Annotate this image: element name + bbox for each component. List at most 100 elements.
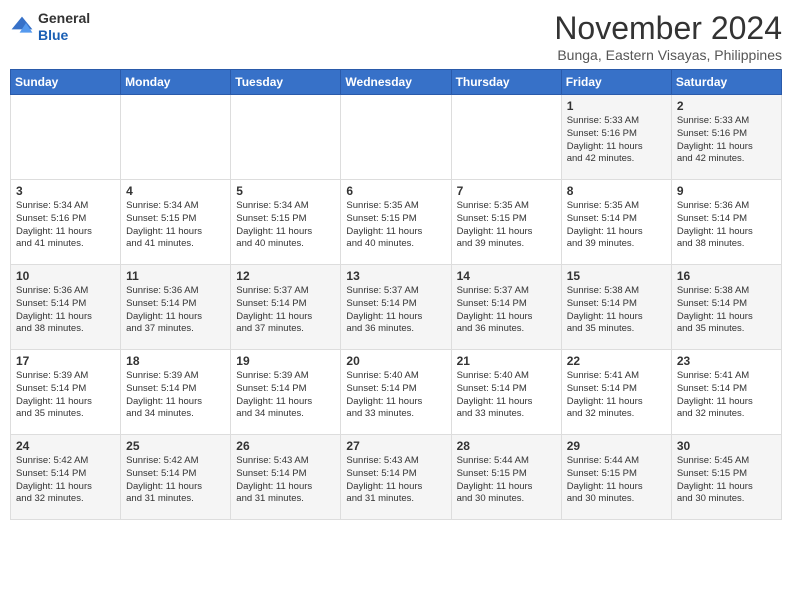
day-info: Sunrise: 5:42 AMSunset: 5:14 PMDaylight:…	[16, 455, 115, 506]
day-info: Sunrise: 5:41 AMSunset: 5:14 PMDaylight:…	[567, 370, 666, 421]
calendar-cell	[451, 95, 561, 180]
calendar-cell: 8 Sunrise: 5:35 AMSunset: 5:14 PMDaylight…	[561, 180, 671, 265]
weekday-header-monday: Monday	[121, 70, 231, 95]
weekday-header-tuesday: Tuesday	[231, 70, 341, 95]
calendar-cell: 12 Sunrise: 5:37 AMSunset: 5:14 PMDayligh…	[231, 265, 341, 350]
day-info: Sunrise: 5:40 AMSunset: 5:14 PMDaylight:…	[457, 370, 556, 421]
calendar-cell: 27 Sunrise: 5:43 AMSunset: 5:14 PMDayligh…	[341, 435, 451, 520]
logo-text: General Blue	[38, 10, 90, 44]
day-number: 4	[126, 184, 225, 198]
calendar-week-3: 10 Sunrise: 5:36 AMSunset: 5:14 PMDayligh…	[11, 265, 782, 350]
logo-icon	[10, 15, 34, 39]
calendar-cell: 23 Sunrise: 5:41 AMSunset: 5:14 PMDayligh…	[671, 350, 781, 435]
calendar-cell: 4Sunrise: 5:34 AMSunset: 5:15 PMDaylight…	[121, 180, 231, 265]
calendar-week-1: 1 Sunrise: 5:33 AMSunset: 5:16 PMDaylight…	[11, 95, 782, 180]
day-number: 1	[567, 99, 666, 113]
day-number: 11	[126, 269, 225, 283]
calendar-cell: 17Sunrise: 5:39 AMSunset: 5:14 PMDayligh…	[11, 350, 121, 435]
day-info: Sunrise: 5:40 AMSunset: 5:14 PMDaylight:…	[346, 370, 445, 421]
day-number: 15	[567, 269, 666, 283]
day-info: Sunrise: 5:36 AMSunset: 5:14 PMDaylight:…	[677, 200, 776, 251]
weekday-header-row: SundayMondayTuesdayWednesdayThursdayFrid…	[11, 70, 782, 95]
day-info: Sunrise: 5:35 AMSunset: 5:15 PMDaylight:…	[346, 200, 445, 251]
calendar-cell: 20 Sunrise: 5:40 AMSunset: 5:14 PMDayligh…	[341, 350, 451, 435]
day-number: 14	[457, 269, 556, 283]
calendar-body: 1 Sunrise: 5:33 AMSunset: 5:16 PMDaylight…	[11, 95, 782, 520]
calendar-cell: 19 Sunrise: 5:39 AMSunset: 5:14 PMDayligh…	[231, 350, 341, 435]
calendar-cell: 18 Sunrise: 5:39 AMSunset: 5:14 PMDayligh…	[121, 350, 231, 435]
calendar-cell: 30 Sunrise: 5:45 AMSunset: 5:15 PMDayligh…	[671, 435, 781, 520]
calendar-week-2: 3 Sunrise: 5:34 AMSunset: 5:16 PMDaylight…	[11, 180, 782, 265]
day-info: Sunrise: 5:44 AMSunset: 5:15 PMDaylight:…	[567, 455, 666, 506]
calendar-cell: 28Sunrise: 5:44 AMSunset: 5:15 PMDayligh…	[451, 435, 561, 520]
day-number: 27	[346, 439, 445, 453]
day-info: Sunrise: 5:38 AMSunset: 5:14 PMDaylight:…	[567, 285, 666, 336]
weekday-header-wednesday: Wednesday	[341, 70, 451, 95]
logo: General Blue	[10, 10, 90, 44]
day-info: Sunrise: 5:41 AMSunset: 5:14 PMDaylight:…	[677, 370, 776, 421]
weekday-header-thursday: Thursday	[451, 70, 561, 95]
day-number: 23	[677, 354, 776, 368]
day-number: 21	[457, 354, 556, 368]
calendar-cell	[231, 95, 341, 180]
day-info: Sunrise: 5:35 AMSunset: 5:15 PMDaylight:…	[457, 200, 556, 251]
day-info: Sunrise: 5:44 AMSunset: 5:15 PMDaylight:…	[457, 455, 556, 506]
day-info: Sunrise: 5:39 AMSunset: 5:14 PMDaylight:…	[126, 370, 225, 421]
day-number: 16	[677, 269, 776, 283]
calendar-cell	[341, 95, 451, 180]
weekday-header-friday: Friday	[561, 70, 671, 95]
calendar-cell: 1 Sunrise: 5:33 AMSunset: 5:16 PMDaylight…	[561, 95, 671, 180]
calendar-header: SundayMondayTuesdayWednesdayThursdayFrid…	[11, 70, 782, 95]
day-number: 8	[567, 184, 666, 198]
day-info: Sunrise: 5:45 AMSunset: 5:15 PMDaylight:…	[677, 455, 776, 506]
calendar-cell: 15 Sunrise: 5:38 AMSunset: 5:14 PMDayligh…	[561, 265, 671, 350]
day-number: 18	[126, 354, 225, 368]
calendar-table: SundayMondayTuesdayWednesdayThursdayFrid…	[10, 69, 782, 520]
day-number: 10	[16, 269, 115, 283]
day-number: 17	[16, 354, 115, 368]
calendar-cell: 24Sunrise: 5:42 AMSunset: 5:14 PMDayligh…	[11, 435, 121, 520]
calendar-cell: 6 Sunrise: 5:35 AMSunset: 5:15 PMDaylight…	[341, 180, 451, 265]
day-number: 19	[236, 354, 335, 368]
calendar-cell: 29 Sunrise: 5:44 AMSunset: 5:15 PMDayligh…	[561, 435, 671, 520]
calendar-cell	[121, 95, 231, 180]
calendar-cell: 5 Sunrise: 5:34 AMSunset: 5:15 PMDaylight…	[231, 180, 341, 265]
day-info: Sunrise: 5:36 AMSunset: 5:14 PMDaylight:…	[16, 285, 115, 336]
calendar-cell: 26 Sunrise: 5:43 AMSunset: 5:14 PMDayligh…	[231, 435, 341, 520]
calendar-cell: 11 Sunrise: 5:36 AMSunset: 5:14 PMDayligh…	[121, 265, 231, 350]
day-info: Sunrise: 5:43 AMSunset: 5:14 PMDaylight:…	[346, 455, 445, 506]
day-number: 3	[16, 184, 115, 198]
day-number: 29	[567, 439, 666, 453]
day-number: 30	[677, 439, 776, 453]
day-info: Sunrise: 5:33 AMSunset: 5:16 PMDaylight:…	[677, 115, 776, 166]
calendar-cell: 25Sunrise: 5:42 AMSunset: 5:14 PMDayligh…	[121, 435, 231, 520]
day-number: 26	[236, 439, 335, 453]
day-number: 12	[236, 269, 335, 283]
weekday-header-sunday: Sunday	[11, 70, 121, 95]
day-number: 5	[236, 184, 335, 198]
day-number: 13	[346, 269, 445, 283]
day-info: Sunrise: 5:34 AMSunset: 5:16 PMDaylight:…	[16, 200, 115, 251]
day-info: Sunrise: 5:39 AMSunset: 5:14 PMDaylight:…	[236, 370, 335, 421]
day-info: Sunrise: 5:34 AMSunset: 5:15 PMDaylight:…	[236, 200, 335, 251]
calendar-cell: 7 Sunrise: 5:35 AMSunset: 5:15 PMDaylight…	[451, 180, 561, 265]
day-number: 9	[677, 184, 776, 198]
day-number: 7	[457, 184, 556, 198]
calendar-cell: 10 Sunrise: 5:36 AMSunset: 5:14 PMDayligh…	[11, 265, 121, 350]
day-number: 22	[567, 354, 666, 368]
day-number: 2	[677, 99, 776, 113]
day-info: Sunrise: 5:33 AMSunset: 5:16 PMDaylight:…	[567, 115, 666, 166]
calendar-cell: 22 Sunrise: 5:41 AMSunset: 5:14 PMDayligh…	[561, 350, 671, 435]
day-info: Sunrise: 5:35 AMSunset: 5:14 PMDaylight:…	[567, 200, 666, 251]
calendar-cell: 3 Sunrise: 5:34 AMSunset: 5:16 PMDaylight…	[11, 180, 121, 265]
location: Bunga, Eastern Visayas, Philippines	[554, 47, 782, 63]
day-number: 6	[346, 184, 445, 198]
day-number: 20	[346, 354, 445, 368]
calendar-cell	[11, 95, 121, 180]
title-section: November 2024 Bunga, Eastern Visayas, Ph…	[554, 10, 782, 63]
day-info: Sunrise: 5:43 AMSunset: 5:14 PMDaylight:…	[236, 455, 335, 506]
calendar-week-4: 17 Sunrise: 5:39 AMSunset: 5:14 PMDayligh…	[11, 350, 782, 435]
day-info: Sunrise: 5:37 AMSunset: 5:14 PMDaylight:…	[236, 285, 335, 336]
day-info: Sunrise: 5:37 AMSunset: 5:14 PMDaylight:…	[346, 285, 445, 336]
day-info: Sunrise: 5:36 AMSunset: 5:14 PMDaylight:…	[126, 285, 225, 336]
